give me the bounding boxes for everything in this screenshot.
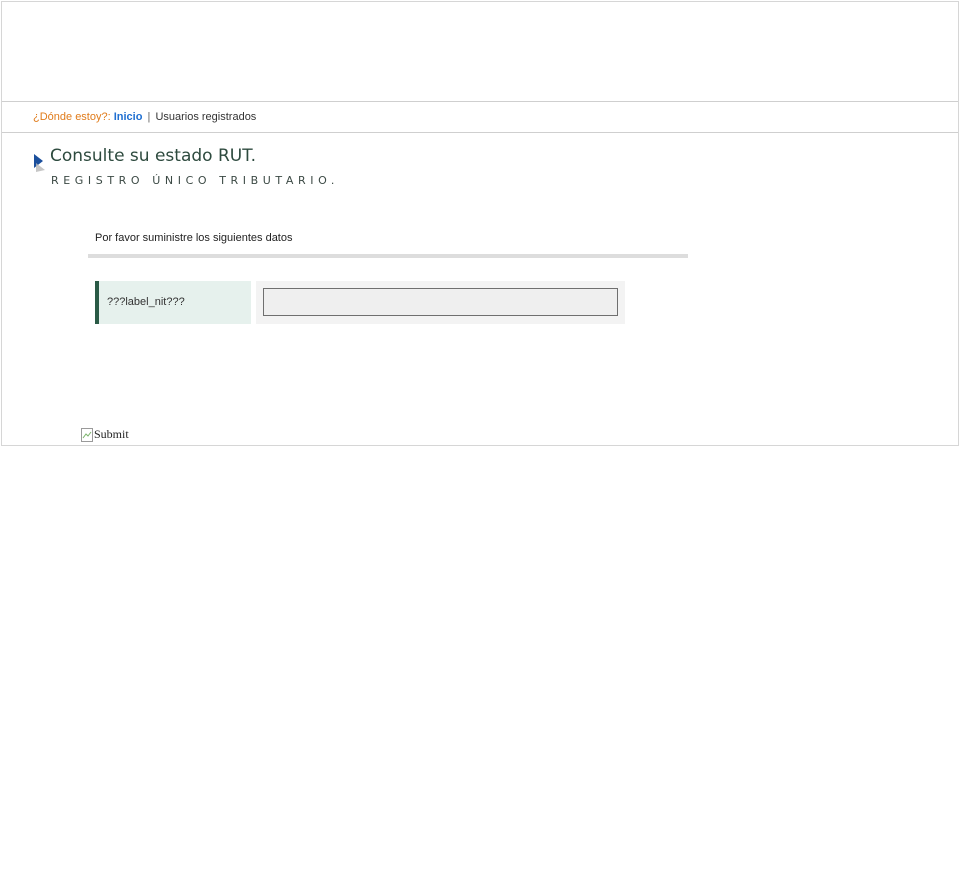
breadcrumb-current: Usuarios registrados: [155, 111, 257, 123]
page-title: Consulte su estado RUT.: [50, 146, 256, 166]
divider: [88, 254, 688, 258]
nit-label: ???label_nit???: [95, 281, 251, 324]
broken-image-icon: [81, 427, 93, 442]
page-frame: ¿Dónde estoy?: Inicio | Usuarios registr…: [1, 1, 959, 446]
submit-button[interactable]: Submit: [81, 427, 129, 442]
breadcrumb-label: ¿Dónde estoy?:: [33, 111, 111, 123]
breadcrumb-separator: |: [147, 111, 151, 123]
submit-alt-text: Submit: [94, 427, 129, 441]
nit-field-cell: [256, 281, 625, 324]
form-instructions: Por favor suministre los siguientes dato…: [95, 232, 293, 244]
header-banner: [2, 2, 958, 102]
breadcrumb-home-link[interactable]: Inicio: [114, 111, 143, 123]
nit-form-row: ???label_nit???: [95, 281, 625, 324]
chevron-right-icon: [34, 154, 45, 172]
nit-input[interactable]: [263, 288, 618, 316]
breadcrumb: ¿Dónde estoy?: Inicio | Usuarios registr…: [2, 102, 958, 133]
breadcrumb-content: ¿Dónde estoy?: Inicio | Usuarios registr…: [33, 102, 256, 132]
page-subtitle: REGISTRO ÚNICO TRIBUTARIO.: [51, 174, 340, 187]
